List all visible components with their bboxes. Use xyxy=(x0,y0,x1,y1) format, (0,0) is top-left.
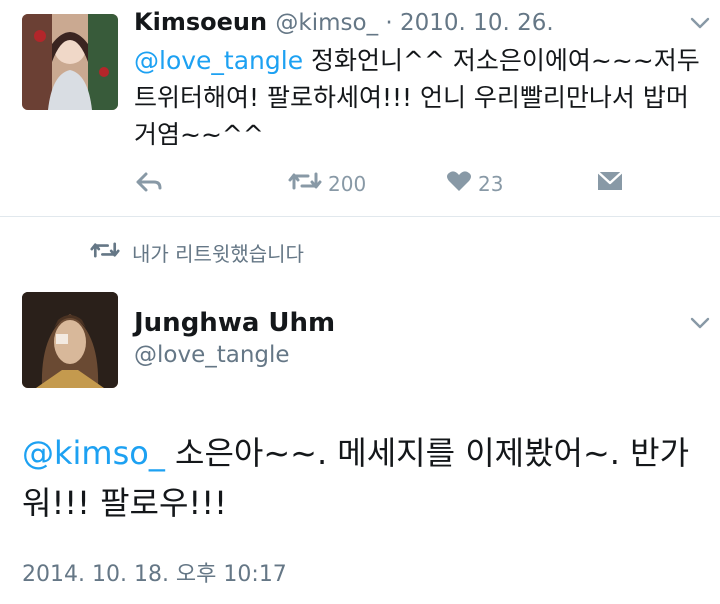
tweet2-handle[interactable]: @love_tangle xyxy=(134,342,290,368)
avatar-kimsoeun[interactable] xyxy=(22,14,118,110)
display-name[interactable]: Kimsoeun xyxy=(134,8,267,36)
tweet1-author: Kimsoeun @kimso_ · 2010. 10. 26. xyxy=(134,8,554,36)
chevron-down-icon[interactable] xyxy=(690,14,710,33)
avatar-junghwa-uhm[interactable] xyxy=(22,292,118,388)
tweet-divider xyxy=(0,216,720,217)
tweet2-text: @kimso_ 소은아~~. 메세지를 이제봤어~. 반가워!!! 팔로우!!! xyxy=(22,428,702,528)
mention-link[interactable]: @kimso_ xyxy=(22,434,165,472)
heart-icon xyxy=(446,170,472,197)
retweet-icon xyxy=(90,240,120,265)
tweet2-timestamp[interactable]: 2014. 10. 18. 오후 10:17 xyxy=(22,556,287,588)
chevron-down-icon[interactable] xyxy=(690,314,710,333)
reply-button[interactable] xyxy=(134,170,164,199)
tweet1-text: @love_tangle 정화언니^^ 저소은이에여~~~저두 트위터해여! 팔… xyxy=(134,42,704,153)
like-button[interactable]: 23 xyxy=(446,170,503,197)
retweet-notice-text: 내가 리트윗했습니다 xyxy=(132,242,304,266)
reply-icon xyxy=(134,170,164,199)
retweet-button[interactable]: 200 xyxy=(288,170,366,197)
mention-link[interactable]: @love_tangle xyxy=(134,46,303,75)
like-count: 23 xyxy=(478,171,504,196)
retweet-count: 200 xyxy=(328,171,367,196)
tweet2-display-name[interactable]: Junghwa Uhm xyxy=(134,308,335,338)
retweet-notice: 내가 리트윗했습니다 xyxy=(90,238,304,267)
handle-and-date[interactable]: @kimso_ · 2010. 10. 26. xyxy=(275,10,553,36)
dm-button[interactable] xyxy=(596,170,624,197)
retweet-icon xyxy=(288,170,322,197)
envelope-icon xyxy=(596,170,624,197)
tweet1-actions: 200 23 xyxy=(134,170,694,200)
